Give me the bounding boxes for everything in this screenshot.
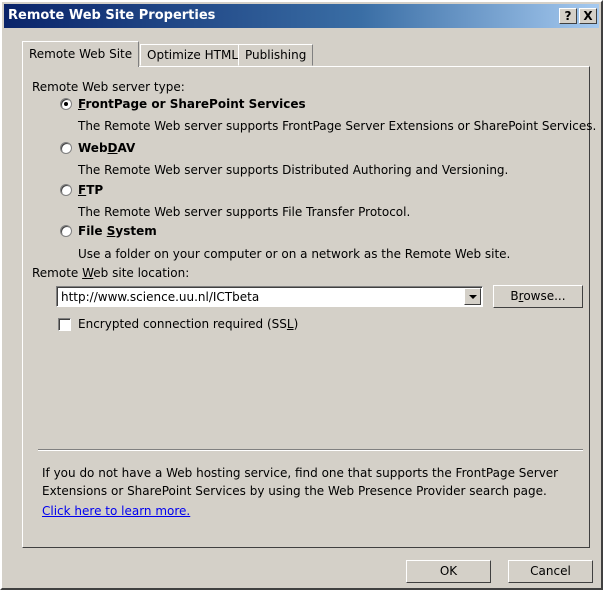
accel-key: D	[107, 141, 118, 155]
option-frontpage-label[interactable]: FrontPage or SharePoint Services	[78, 97, 306, 111]
location-input[interactable]: http://www.science.uu.nl/ICTbeta	[61, 290, 259, 304]
server-type-label: Remote Web server type:	[32, 80, 185, 94]
label-text: eb site location:	[93, 266, 190, 280]
accel-key: W	[82, 266, 94, 280]
radio-ftp[interactable]	[60, 184, 72, 196]
option-file-system-description: Use a folder on your computer or on a ne…	[78, 247, 511, 261]
option-frontpage-description: The Remote Web server supports FrontPage…	[78, 119, 597, 133]
ssl-checkbox[interactable]	[58, 318, 71, 331]
option-text: TP	[86, 183, 104, 197]
tab-publishing[interactable]: Publishing	[238, 44, 314, 66]
option-file-system-label[interactable]: File System	[78, 224, 157, 238]
tab-optimize-html[interactable]: Optimize HTML	[140, 44, 246, 66]
radio-frontpage[interactable]	[60, 98, 72, 110]
browse-button[interactable]: Browse...	[493, 285, 583, 308]
location-combobox[interactable]: http://www.science.uu.nl/ICTbeta	[56, 286, 483, 307]
option-text: AV	[117, 141, 136, 155]
ssl-label[interactable]: Encrypted connection required (SSL)	[78, 317, 298, 331]
help-button[interactable]: ?	[559, 8, 577, 24]
chevron-down-icon[interactable]	[464, 288, 481, 305]
option-webdav-label[interactable]: WebDAV	[78, 141, 135, 155]
option-text: rontPage or SharePoint Services	[85, 97, 306, 111]
option-ftp-label[interactable]: FTP	[78, 183, 103, 197]
tab-label: Optimize HTML	[147, 48, 239, 62]
accel-key: L	[286, 317, 294, 331]
label-text: Encrypted connection required (SS	[78, 317, 287, 331]
learn-more-link[interactable]: Click here to learn more.	[42, 504, 190, 518]
title-bar: Remote Web Site Properties ? X	[4, 4, 599, 28]
location-label: Remote Web site location:	[32, 266, 189, 280]
info-text-line2: Extensions or SharePoint Services by usi…	[42, 484, 547, 498]
label-text: )	[293, 317, 299, 331]
tab-label: Publishing	[245, 48, 307, 62]
option-text: File	[78, 224, 107, 238]
ok-button[interactable]: OK	[406, 560, 491, 583]
button-text: B	[510, 289, 519, 303]
cancel-button[interactable]: Cancel	[508, 560, 593, 583]
close-button[interactable]: X	[579, 8, 597, 24]
tab-label: Remote Web Site	[29, 47, 133, 61]
accel-key: F	[78, 183, 87, 197]
info-text-line1: If you do not have a Web hosting service…	[42, 466, 559, 480]
option-text: ystem	[115, 224, 157, 238]
radio-file-system[interactable]	[60, 225, 72, 237]
properties-dialog: Remote Web Site Properties ? X Remote We…	[0, 0, 603, 590]
window-title: Remote Web Site Properties	[8, 8, 216, 23]
radio-webdav[interactable]	[60, 142, 72, 154]
option-ftp-description: The Remote Web server supports File Tran…	[78, 205, 411, 219]
option-text: Web	[78, 141, 108, 155]
tab-remote-web-site[interactable]: Remote Web Site	[22, 41, 140, 67]
option-webdav-description: The Remote Web server supports Distribut…	[78, 163, 509, 177]
divider	[38, 449, 583, 451]
label-text: Remote	[32, 266, 83, 280]
button-text: owse...	[523, 289, 566, 303]
